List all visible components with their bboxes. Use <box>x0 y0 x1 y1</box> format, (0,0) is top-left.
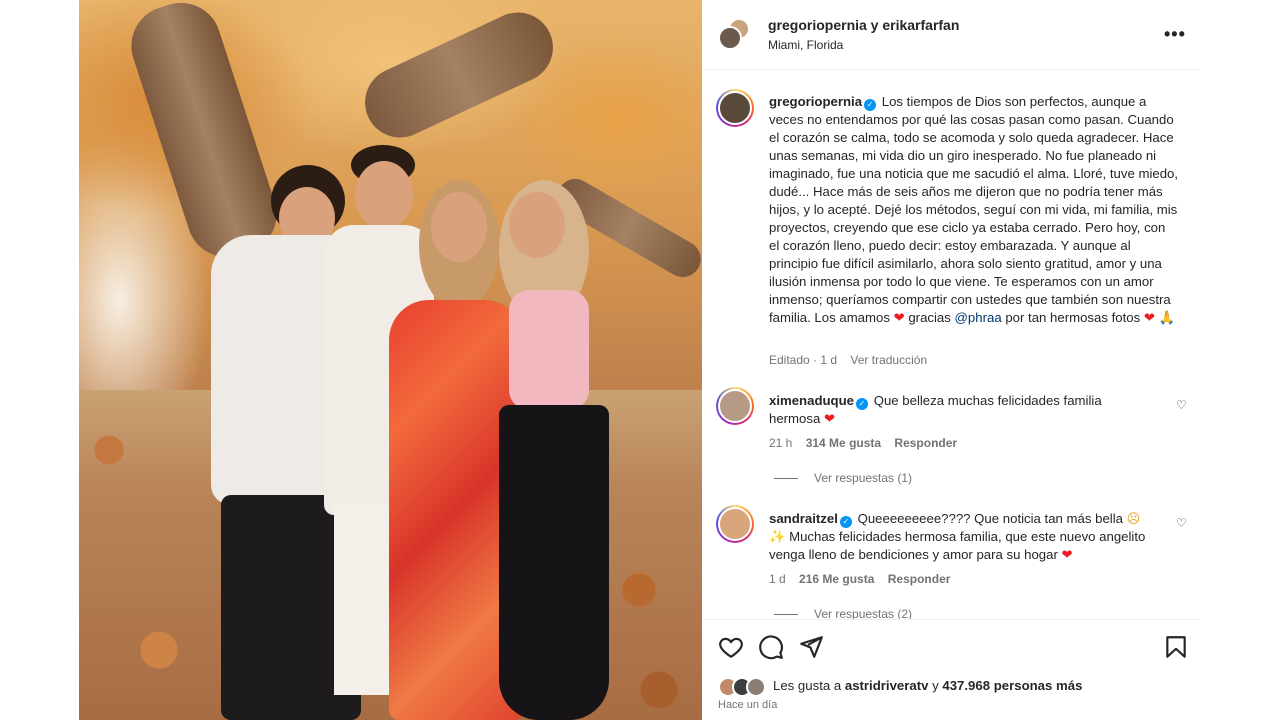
comment-text-continued: Muchas felicidades hermosa familia, que … <box>769 529 1146 562</box>
view-replies-label[interactable]: Ver respuestas (1) <box>814 471 912 485</box>
comment-meta: 21 h 314 Me gusta Responder <box>769 436 957 450</box>
reply-button[interactable]: Responder <box>894 436 957 450</box>
pray-emoji-icon: 🙏 <box>1158 310 1176 325</box>
view-replies-button[interactable]: Ver respuestas (1) <box>774 471 912 485</box>
comment-likes[interactable]: 216 Me gusta <box>799 572 874 586</box>
caption-meta: Editado · 1 d Ver traducción <box>769 353 928 367</box>
caption-age: 1 d <box>820 353 838 367</box>
heart-icon[interactable] <box>718 634 744 660</box>
replies-divider <box>774 478 798 480</box>
comment-username[interactable]: sandraitzel <box>769 511 838 526</box>
comment-icon[interactable] <box>758 634 784 660</box>
person-girl <box>479 180 624 720</box>
comment-age: 1 d <box>769 572 786 586</box>
red-heart-emoji-icon: ❤ <box>1061 547 1073 562</box>
comment-age: 21 h <box>769 436 793 450</box>
red-heart-emoji-icon: ❤ <box>1143 310 1155 325</box>
verified-badge-icon: ✓ <box>864 99 877 111</box>
verified-badge-icon: ✓ <box>856 398 869 410</box>
post-photo[interactable]: › <box>79 0 702 720</box>
post-timestamp[interactable]: Hace un día <box>718 699 777 711</box>
caption-mention-link[interactable]: @phraa <box>955 310 1002 325</box>
caption-thanks: gracias <box>908 310 951 325</box>
comment-avatar[interactable] <box>716 505 754 543</box>
caption-username[interactable]: gregoriopernia <box>769 94 862 109</box>
caption: gregoriopernia ✓ Los tiempos de Dios son … <box>769 93 1179 327</box>
post-detail-panel: gregoriopernia y erikarfarfan Miami, Flo… <box>702 0 1200 720</box>
sparkles-emoji-icon: ✨ <box>769 529 786 544</box>
comment-like-heart-icon[interactable]: ♡ <box>1176 398 1187 412</box>
post-header: gregoriopernia y erikarfarfan Miami, Flo… <box>702 0 1200 70</box>
comment-username[interactable]: ximenaduque <box>769 393 854 408</box>
avatar <box>746 677 766 697</box>
likes-prefix: Les gusta a <box>773 678 842 693</box>
post-location[interactable]: Miami, Florida <box>768 38 843 52</box>
caption-tail: por tan hermosas fotos <box>1005 310 1141 325</box>
comment: sandraitzel ✓ Queeeeeeeee???? Que noticia… <box>769 510 1149 564</box>
see-translation-link[interactable]: Ver traducción <box>850 353 927 367</box>
comment-text: Queeeeeeeee???? Que noticia tan más bell… <box>857 511 1123 526</box>
red-heart-emoji-icon: ❤ <box>893 310 905 325</box>
post-authors[interactable]: gregoriopernia y erikarfarfan <box>768 17 959 33</box>
more-horizontal-icon[interactable]: ••• <box>1164 24 1186 45</box>
crying-face-emoji-icon: ☹ <box>1126 511 1141 526</box>
red-heart-emoji-icon: ❤ <box>823 411 836 426</box>
likes-connector: y <box>932 678 939 693</box>
comment-like-heart-icon[interactable]: ♡ <box>1176 516 1187 530</box>
comment: ximenaduque ✓ Que belleza muchas felicida… <box>769 392 1149 428</box>
caption-avatar[interactable] <box>716 89 754 127</box>
tree-branch <box>353 1 565 149</box>
likes-summary: Les gusta a astridriveratv y 437.968 per… <box>773 678 1082 693</box>
comment-meta: 1 d 216 Me gusta Responder <box>769 572 950 586</box>
caption-edited: Editado <box>769 353 810 367</box>
likes-count-link[interactable]: 437.968 personas más <box>942 678 1082 693</box>
replies-divider <box>774 614 798 616</box>
caption-text: Los tiempos de Dios son perfectos, aunqu… <box>769 94 1179 325</box>
comment-avatar[interactable] <box>716 387 754 425</box>
bookmark-icon[interactable] <box>1163 634 1189 660</box>
post-actions: Les gusta a astridriveratv y 437.968 per… <box>702 619 1200 720</box>
comment-likes[interactable]: 314 Me gusta <box>806 436 881 450</box>
collab-avatars[interactable] <box>718 18 752 52</box>
verified-badge-icon: ✓ <box>839 516 852 528</box>
liked-by-user-link[interactable]: astridriveratv <box>845 678 929 693</box>
avatar-gregoriopernia[interactable] <box>718 26 742 50</box>
reply-button[interactable]: Responder <box>888 572 951 586</box>
send-icon[interactable] <box>798 634 824 660</box>
